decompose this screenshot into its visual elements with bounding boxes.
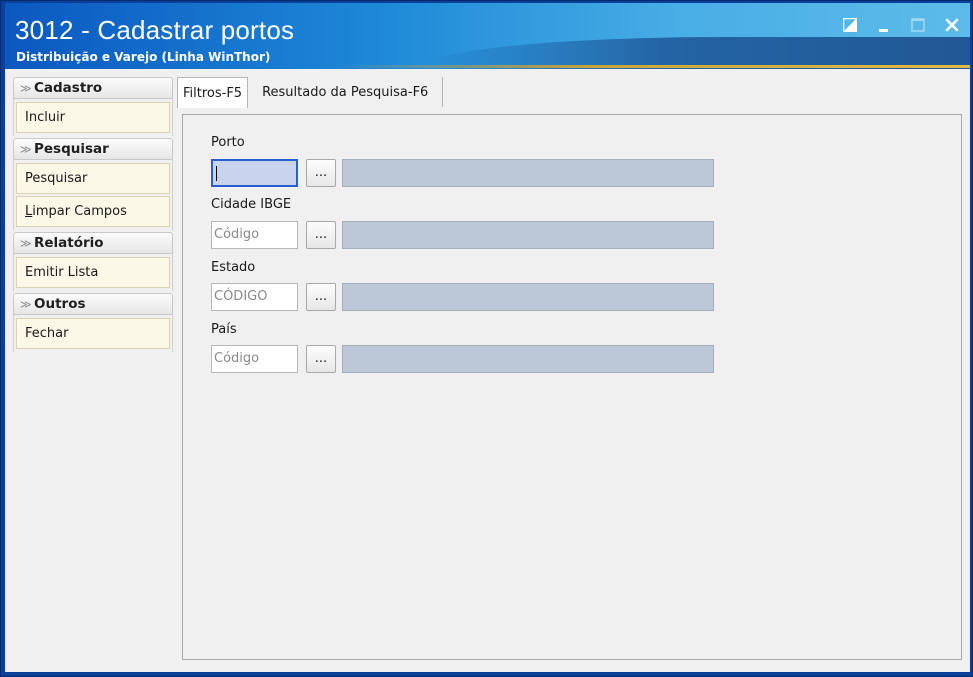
title-bar[interactable]: 3012 - Cadastrar portos Distribuição e V… [5,3,970,69]
restore-icon[interactable] [840,16,860,34]
collapse-chevron-icon: ≫ [20,297,32,311]
title-bar-accent-line [335,65,970,68]
pais-code-input[interactable]: Código [211,345,298,373]
group-header-cadastro[interactable]: ≫ Cadastro [13,77,173,99]
pais-lookup-button[interactable]: ... [306,345,336,373]
porto-code-input[interactable] [211,159,298,187]
close-icon[interactable] [942,16,962,34]
tab-strip: Filtros-F5 Resultado da Pesquisa-F6 [177,77,444,108]
group-header-outros[interactable]: ≫ Outros [13,293,173,315]
cidade-ibge-label: Cidade IBGE [211,197,292,212]
app-window: 3012 - Cadastrar portos Distribuição e V… [0,0,973,677]
group-title: Outros [34,296,86,312]
estado-lookup-button[interactable]: ... [306,283,336,311]
emitir-lista-button[interactable]: Emitir Lista [16,257,170,288]
group-header-pesquisar[interactable]: ≫ Pesquisar [13,138,173,160]
estado-code-input[interactable]: CÓDIGO [211,283,298,311]
window-title: 3012 - Cadastrar portos [15,15,295,45]
cidade-ibge-lookup-button[interactable]: ... [306,221,336,249]
pais-description-field [342,345,714,373]
sidebar-item-label: Pesquisar [25,171,88,186]
group-title: Cadastro [34,80,103,96]
group-body-cadastro: Incluir [13,99,173,136]
tab-resultado-pesquisa[interactable]: Resultado da Pesquisa-F6 [248,77,444,107]
estado-description-field [342,283,714,311]
client-area: ≫ Cadastro Incluir ≫ Pesquisar Pesquisar… [5,69,970,672]
sidebar-item-label: Limpar Campos [25,204,127,219]
collapse-chevron-icon: ≫ [20,81,32,95]
sidebar-item-label: Incluir [25,110,66,125]
porto-description-field [342,159,714,187]
estado-label: Estado [211,260,256,275]
group-title: Pesquisar [34,141,109,157]
group-title: Relatório [34,235,104,251]
porto-label: Porto [211,135,245,150]
sidebar-item-label: Fechar [25,326,69,341]
text-caret [216,166,217,181]
pesquisar-button[interactable]: Pesquisar [16,163,170,194]
minimize-icon[interactable] [874,16,894,34]
group-body-outros: Fechar [13,315,173,352]
incluir-button[interactable]: Incluir [16,102,170,133]
cidade-ibge-description-field [342,221,714,249]
limpar-campos-button[interactable]: Limpar Campos [16,196,170,227]
window-subtitle: Distribuição e Varejo (Linha WinThor) [16,50,271,64]
pais-label: País [211,322,237,337]
group-body-relatorio: Emitir Lista [13,254,173,291]
group-header-relatorio[interactable]: ≫ Relatório [13,232,173,254]
cidade-ibge-code-input[interactable]: Código [211,221,298,249]
sidebar-item-label: Emitir Lista [25,265,99,280]
tab-filtros[interactable]: Filtros-F5 [177,77,249,108]
sidebar: ≫ Cadastro Incluir ≫ Pesquisar Pesquisar… [13,77,173,354]
porto-lookup-button[interactable]: ... [306,159,336,187]
filters-panel: Porto ... Cidade IBGE Código ... Estado … [182,114,962,660]
maximize-icon [908,16,928,34]
collapse-chevron-icon: ≫ [20,142,32,156]
collapse-chevron-icon: ≫ [20,236,32,250]
fechar-button[interactable]: Fechar [16,318,170,349]
window-controls [840,16,962,34]
group-body-pesquisar: Pesquisar Limpar Campos [13,160,173,230]
